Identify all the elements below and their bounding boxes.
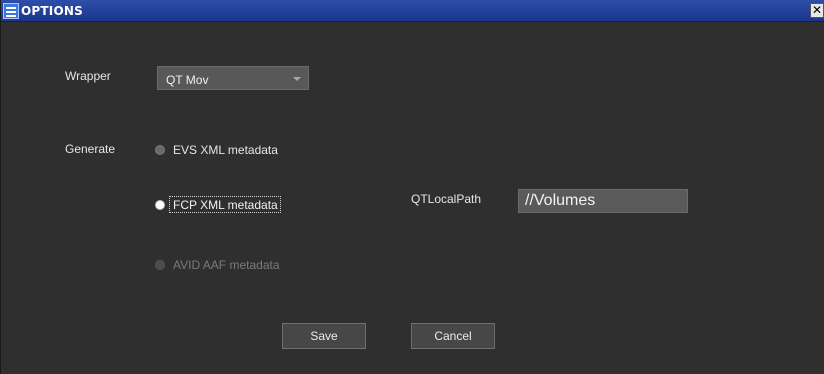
radio-fcp-xml[interactable]: FCP XML metadata xyxy=(155,196,285,215)
radio-evs-xml-label: EVS XML metadata xyxy=(173,143,278,157)
wrapper-selected-value: QT Mov xyxy=(166,73,209,87)
wrapper-select[interactable]: QT Mov xyxy=(157,66,309,90)
wrapper-label: Wrapper xyxy=(65,69,111,83)
radio-button-selected-icon[interactable] xyxy=(155,200,165,210)
radio-avid-aaf: AVID AAF metadata xyxy=(155,257,295,275)
menu-icon[interactable] xyxy=(3,3,19,19)
save-button[interactable]: Save xyxy=(282,323,366,349)
options-dialog: OPTIONS ✕ Wrapper QT Mov Generate EVS XM… xyxy=(0,0,824,374)
radio-avid-aaf-label: AVID AAF metadata xyxy=(173,258,280,272)
chevron-down-icon xyxy=(293,77,301,81)
generate-label: Generate xyxy=(65,142,116,156)
radio-button-disabled-icon xyxy=(155,260,165,270)
qt-local-path-input[interactable] xyxy=(518,189,688,213)
cancel-button[interactable]: Cancel xyxy=(411,323,495,349)
radio-evs-xml[interactable]: EVS XML metadata xyxy=(155,142,285,160)
title-bar[interactable]: OPTIONS ✕ xyxy=(1,0,824,22)
window-title: OPTIONS xyxy=(21,4,83,18)
radio-button-icon[interactable] xyxy=(155,145,165,155)
close-icon[interactable]: ✕ xyxy=(810,3,824,18)
qt-local-path-label: QTLocalPath xyxy=(411,192,482,206)
radio-fcp-xml-label: FCP XML metadata xyxy=(173,198,278,212)
